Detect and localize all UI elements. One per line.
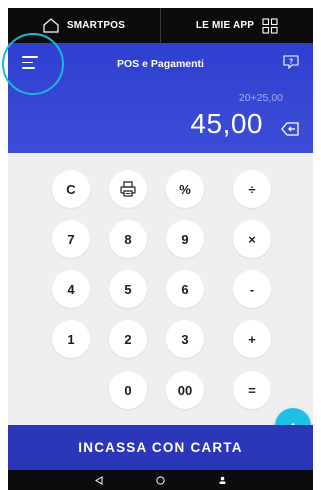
person-icon[interactable] bbox=[217, 475, 227, 485]
key-0[interactable]: 0 bbox=[109, 371, 147, 409]
grid-icon bbox=[262, 17, 278, 34]
calc-expression: 20+25,00 bbox=[238, 92, 283, 104]
key-minus[interactable]: - bbox=[233, 270, 271, 308]
key-2[interactable]: 2 bbox=[109, 320, 147, 358]
key-plus[interactable]: + bbox=[233, 320, 271, 358]
backspace-icon[interactable] bbox=[281, 122, 299, 136]
top-bar: SMARTPOS LE MIE APP bbox=[8, 8, 313, 43]
system-nav-bar bbox=[8, 470, 313, 490]
key-multiply[interactable]: × bbox=[233, 220, 271, 258]
key-4[interactable]: 4 bbox=[52, 270, 90, 308]
svg-text:?: ? bbox=[289, 59, 293, 66]
my-apps-tab[interactable]: LE MIE APP bbox=[160, 8, 313, 43]
back-icon[interactable] bbox=[94, 475, 104, 485]
key-3[interactable]: 3 bbox=[166, 320, 204, 358]
key-print[interactable] bbox=[109, 170, 147, 208]
key-percent[interactable]: % bbox=[166, 170, 204, 208]
key-5[interactable]: 5 bbox=[109, 270, 147, 308]
key-9[interactable]: 9 bbox=[166, 220, 204, 258]
key-6[interactable]: 6 bbox=[166, 270, 204, 308]
app-header: POS e Pagamenti ? 20+25,00 45,00 bbox=[8, 43, 313, 153]
page-title: POS e Pagamenti bbox=[117, 58, 204, 70]
printer-icon bbox=[120, 181, 136, 197]
home-circle-icon[interactable] bbox=[155, 475, 165, 485]
key-00[interactable]: 00 bbox=[166, 371, 204, 409]
my-apps-label: LE MIE APP bbox=[195, 20, 255, 31]
key-1[interactable]: 1 bbox=[52, 320, 90, 358]
help-chat-icon[interactable]: ? bbox=[283, 55, 299, 69]
charge-card-button[interactable]: INCASSA CON CARTA bbox=[8, 425, 313, 470]
key-7[interactable]: 7 bbox=[52, 220, 90, 258]
key-8[interactable]: 8 bbox=[109, 220, 147, 258]
key-equals[interactable]: = bbox=[233, 371, 271, 409]
key-clear[interactable]: C bbox=[52, 170, 90, 208]
smartpos-label: SMARTPOS bbox=[66, 20, 126, 31]
device-screen: SMARTPOS LE MIE APP POS e Pagamenti ? 20… bbox=[0, 0, 321, 490]
key-divide[interactable]: ÷ bbox=[233, 170, 271, 208]
smartpos-tab[interactable]: SMARTPOS bbox=[8, 8, 160, 43]
keypad: C % ÷ 7 8 9 × 4 5 6 - 1 2 3 + 0 00 = bbox=[8, 153, 313, 425]
home-icon bbox=[43, 18, 59, 33]
amount-display: 45,00 bbox=[190, 108, 263, 139]
